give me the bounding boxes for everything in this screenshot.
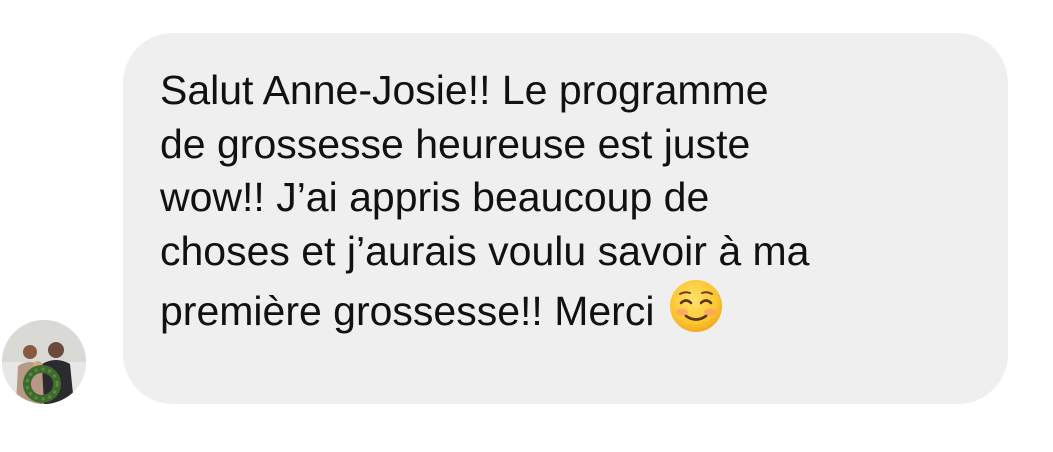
message-line-4: choses et j’aurais voulu savoir à ma (160, 227, 810, 274)
smiling-face-emoji-icon (668, 278, 724, 334)
message-line-3: wow!! J’ai appris beaucoup de (160, 174, 710, 220)
message-text: Salut Anne-Josie!! Le programme de gross… (160, 64, 980, 339)
profile-photo-icon (2, 320, 86, 404)
message-line-5-wrapper: première grossesse!! Merci (160, 278, 980, 339)
message-line-5: première grossesse!! Merci (160, 288, 655, 334)
sender-avatar[interactable] (2, 320, 86, 404)
message-line-2: de grossesse heureuse est juste (160, 120, 751, 167)
message-line-1: Salut Anne-Josie!! Le programme (160, 67, 769, 113)
